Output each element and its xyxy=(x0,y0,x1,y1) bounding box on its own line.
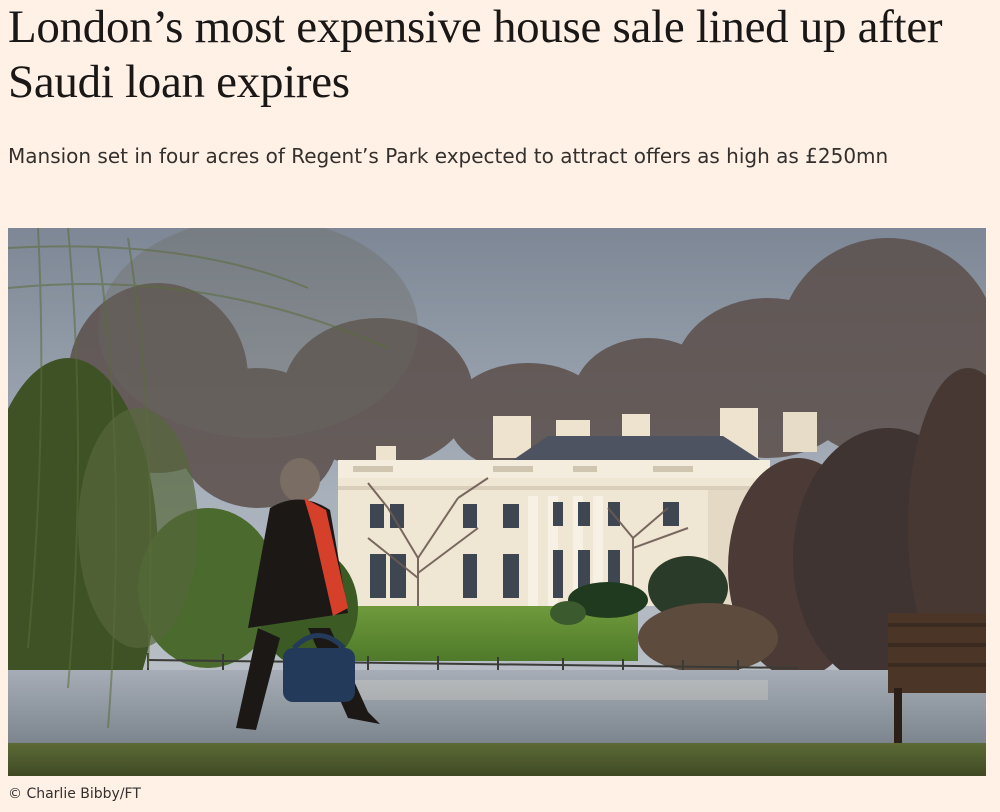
mansion-park-photo xyxy=(8,228,986,776)
article-standfirst: Mansion set in four acres of Regent’s Pa… xyxy=(8,144,889,168)
image-credit: © Charlie Bibby/FT xyxy=(8,786,141,802)
article-headline: London’s most expensive house sale lined… xyxy=(8,1,943,108)
article-main-image xyxy=(8,228,986,776)
lake-reflection xyxy=(348,680,768,700)
foreground-grass xyxy=(8,743,986,776)
